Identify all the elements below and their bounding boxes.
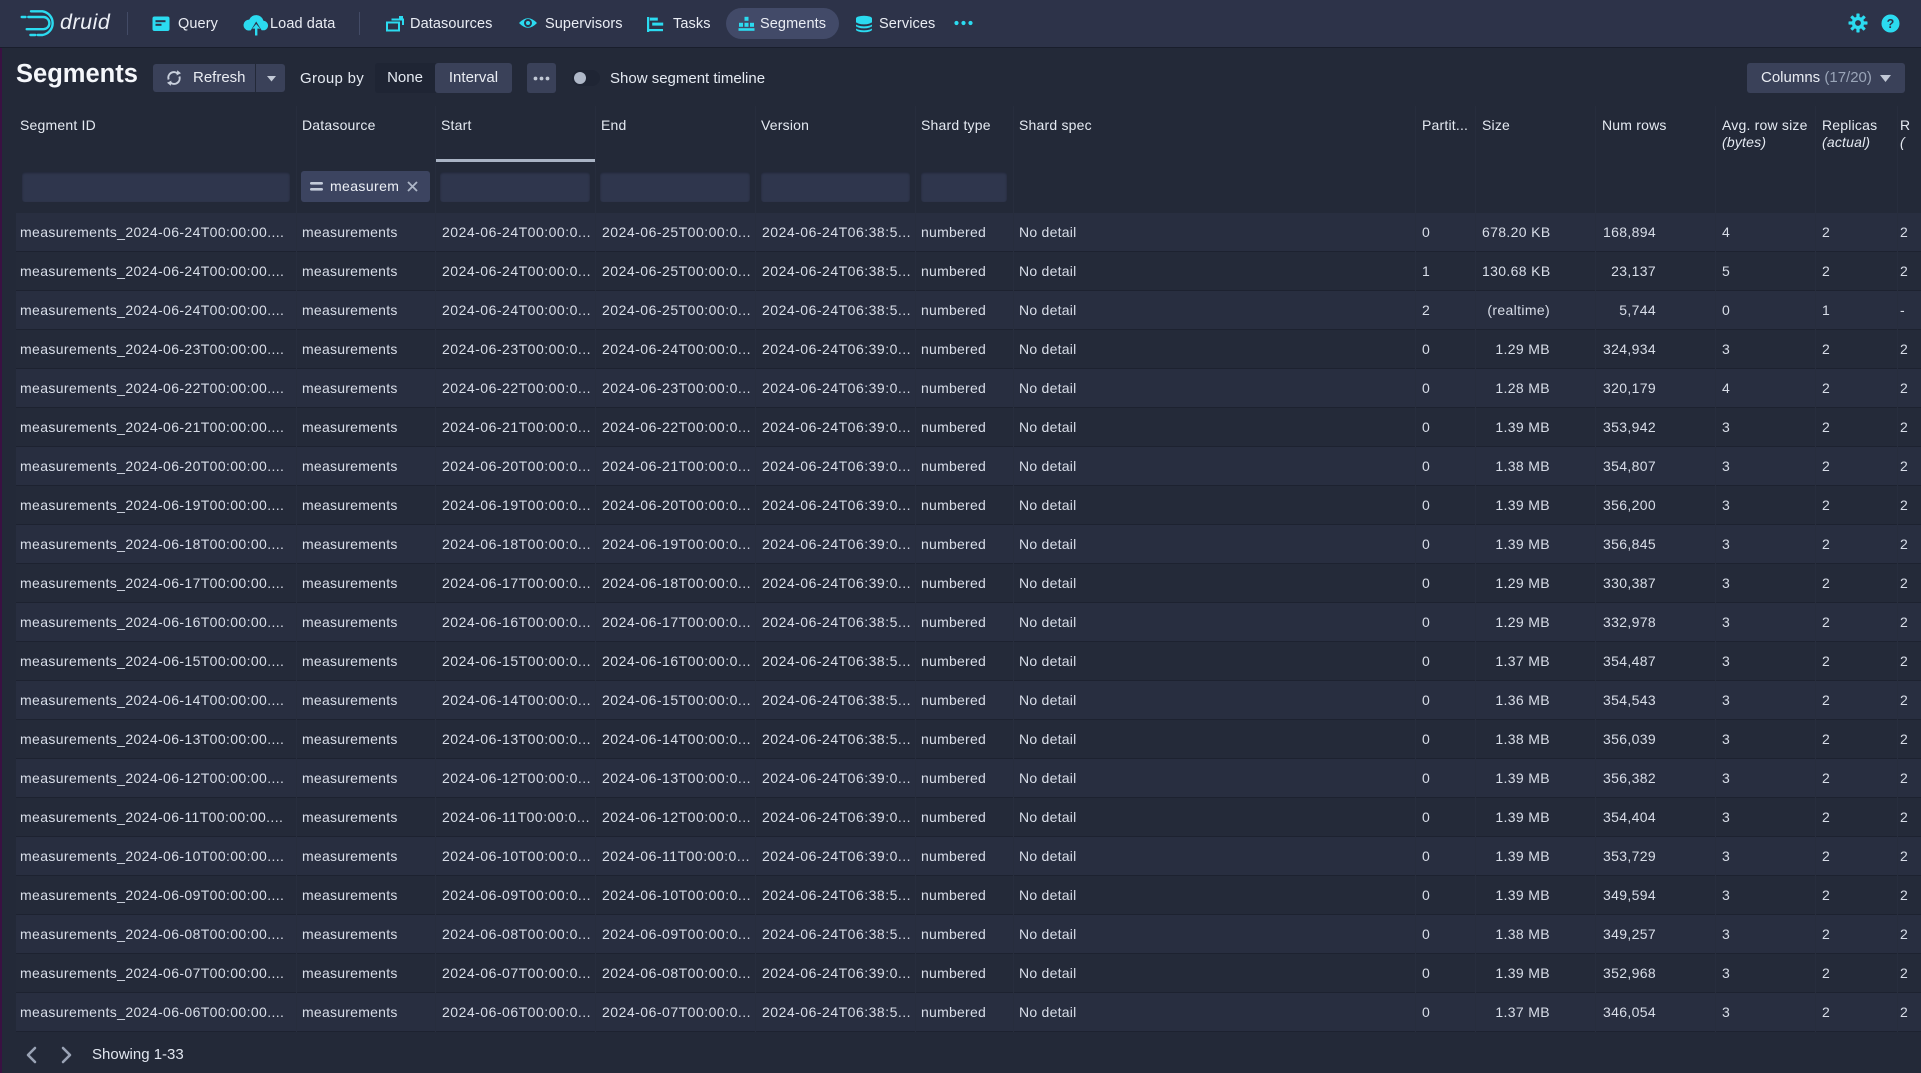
svg-text:?: ?: [1887, 17, 1895, 31]
